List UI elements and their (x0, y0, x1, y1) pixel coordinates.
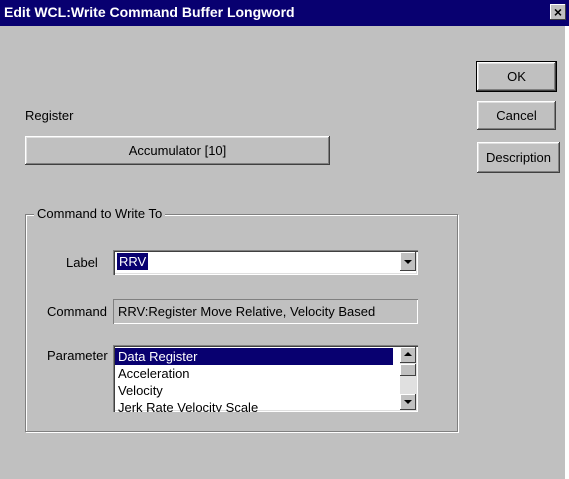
command-display: RRV:Register Move Relative, Velocity Bas… (113, 299, 418, 324)
list-item[interactable]: Data Register (115, 348, 393, 365)
close-button[interactable]: × (550, 4, 566, 20)
dialog-window: Edit WCL:Write Command Buffer Longword ×… (0, 0, 569, 479)
command-group-title: Command to Write To (34, 206, 166, 221)
command-field-label: Command (47, 304, 107, 319)
parameter-field-label: Parameter (47, 348, 108, 363)
dropdown-button[interactable] (400, 252, 416, 271)
arrow-up-icon (404, 352, 412, 356)
title-bar: Edit WCL:Write Command Buffer Longword (0, 0, 569, 26)
list-item[interactable]: Jerk Rate Velocity Scale (115, 399, 393, 412)
scroll-thumb[interactable] (400, 364, 416, 376)
scroll-down-button[interactable] (400, 394, 416, 410)
close-icon: × (553, 4, 563, 20)
label-field-label: Label (66, 255, 98, 270)
ok-button[interactable]: OK (476, 61, 557, 92)
description-button[interactable]: Description (477, 142, 560, 173)
scroll-up-button[interactable] (400, 347, 416, 363)
label-dropdown[interactable]: RRV (113, 250, 418, 275)
arrow-down-icon (404, 400, 412, 404)
scrollbar[interactable] (400, 347, 416, 410)
label-dropdown-value: RRV (117, 253, 149, 270)
cancel-button[interactable]: Cancel (477, 101, 556, 130)
window-title: Edit WCL:Write Command Buffer Longword (4, 4, 295, 20)
register-label: Register (25, 108, 74, 123)
list-item[interactable]: Velocity (115, 382, 393, 399)
parameter-listbox[interactable]: Data Register Acceleration Velocity Jerk… (113, 345, 418, 412)
list-item[interactable]: Acceleration (115, 365, 393, 382)
chevron-down-icon (404, 260, 412, 264)
register-button[interactable]: Accumulator [10] (25, 136, 330, 165)
